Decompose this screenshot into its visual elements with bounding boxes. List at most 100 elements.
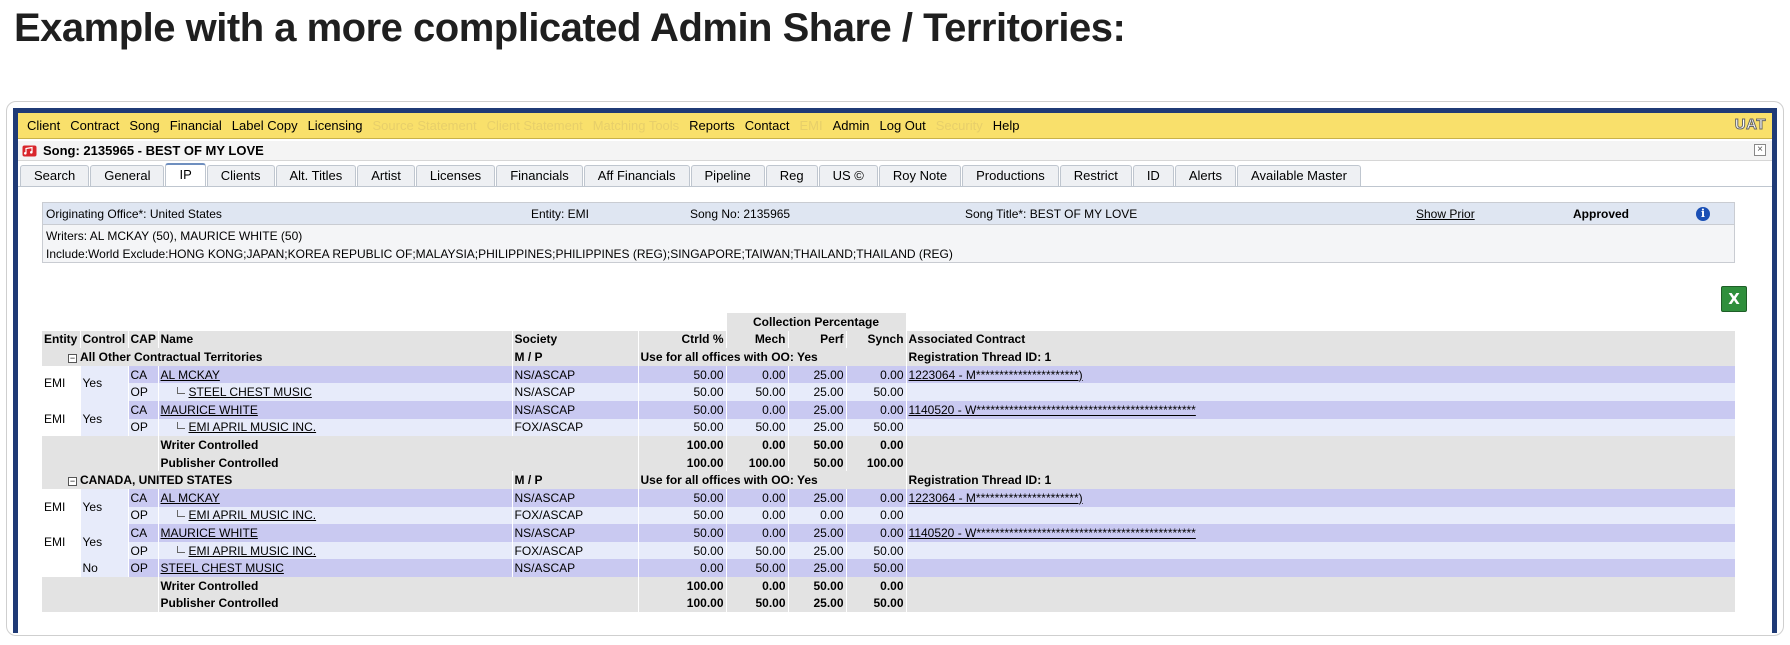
tab-alerts[interactable]: Alerts [1174, 165, 1237, 186]
ip-name-link[interactable]: MAURICE WHITE [161, 526, 258, 540]
tab-general[interactable]: General [90, 165, 165, 186]
col-header-ctrld: Ctrld % [638, 330, 727, 349]
ip-name-link[interactable]: EMI APRIL MUSIC INC. [189, 508, 317, 522]
associated-contract-link[interactable]: 1140520 - W*****************************… [909, 526, 1196, 540]
collapse-toggle-icon[interactable]: − [68, 477, 77, 487]
window-title: Song: 2135965 - BEST OF MY LOVE [43, 143, 264, 158]
total-perf-cell: 50.00 [788, 576, 847, 595]
entity-label: Entity: EMI [531, 207, 590, 221]
menu-item-matching-tools: Matching Tools [592, 118, 680, 133]
total-synch-cell: 0.00 [846, 576, 907, 595]
total-ctrld-cell: 100.00 [638, 594, 727, 613]
contract-cell [906, 418, 1736, 437]
ip-name-link[interactable]: EMI APRIL MUSIC INC. [189, 544, 317, 558]
tab-ip[interactable]: IP [165, 163, 206, 186]
mech-cell: 50.00 [726, 383, 789, 401]
tab-us[interactable]: US © [818, 165, 878, 186]
synch-cell: 50.00 [846, 541, 907, 560]
show-prior-link[interactable]: Show Prior [1416, 207, 1475, 221]
tab-licenses[interactable]: Licenses [415, 165, 496, 186]
table-row: No OP STEEL CHEST MUSIC NS/ASCAP 0.00 50.00 25… [42, 559, 1736, 577]
ip-name-link[interactable]: STEEL CHEST MUSIC [189, 385, 312, 399]
song-icon [22, 145, 37, 156]
menu-item-admin[interactable]: Admin [828, 118, 875, 133]
tab-aff-financials[interactable]: Aff Financials [583, 165, 690, 186]
table-row: OP EMI APRIL MUSIC INC. FOX/ASCAP 50.00 0.00… [42, 506, 1736, 525]
mech-cell: 50.00 [726, 541, 789, 560]
contract-cell: 1140520 - W*****************************… [906, 400, 1736, 419]
close-window-button[interactable]: × [1754, 144, 1766, 156]
mp-label: M / P [512, 471, 639, 489]
environment-badge: UAT [1734, 116, 1766, 134]
offices-label: Use for all offices with OO: Yes [638, 348, 907, 366]
associated-contract-link[interactable]: 1140520 - W*****************************… [909, 403, 1196, 417]
table-cell-empty [42, 313, 727, 331]
society-cell: NS/ASCAP [512, 524, 639, 542]
ctrld-cell: 50.00 [638, 418, 727, 437]
tab-reg[interactable]: Reg [765, 165, 818, 186]
associated-contract-link[interactable]: 1223064 - M**********************) [909, 368, 1083, 382]
mech-cell: 50.00 [726, 418, 789, 437]
society-cell: NS/ASCAP [512, 383, 639, 401]
contract-cell [906, 383, 1736, 401]
menu-item-help[interactable]: Help [988, 118, 1025, 133]
tab-pipeline[interactable]: Pipeline [690, 165, 765, 186]
territories-line: Include:World Exclude:HONG KONG;JAPAN;KO… [46, 247, 953, 261]
tab-search[interactable]: Search [20, 165, 90, 186]
entity-cell: EMI [42, 524, 81, 560]
name-cell: EMI APRIL MUSIC INC. [158, 418, 513, 437]
tab-roy-note[interactable]: Roy Note [878, 165, 962, 186]
mech-cell: 0.00 [726, 524, 789, 542]
song-info-header: Originating Office*: United States Entit… [43, 203, 1734, 225]
menu-item-reports[interactable]: Reports [684, 118, 740, 133]
menu-item-financial[interactable]: Financial [165, 118, 227, 133]
menu-item-licensing[interactable]: Licensing [303, 118, 368, 133]
name-cell: EMI APRIL MUSIC INC. [158, 541, 513, 560]
export-excel-button[interactable]: X [1721, 286, 1747, 312]
tab-restrict[interactable]: Restrict [1059, 165, 1132, 186]
ip-name-link[interactable]: EMI APRIL MUSIC INC. [189, 420, 317, 434]
menu-item-client[interactable]: Client [22, 118, 65, 133]
ip-name-link[interactable]: MAURICE WHITE [161, 403, 258, 417]
cap-cell: CA [128, 400, 159, 419]
ip-name-link[interactable]: AL MCKAY [161, 491, 220, 505]
tab-id[interactable]: ID [1132, 165, 1174, 186]
tab-available-master[interactable]: Available Master [1237, 165, 1361, 186]
ip-share-table: Collection Percentage Entity Control CAP Nam… [42, 313, 1736, 613]
menu-item-label-copy[interactable]: Label Copy [227, 118, 303, 133]
screenshot-frame: Client Contract Song Financial Label Copy Lic… [6, 101, 1784, 636]
ip-name-link[interactable]: STEEL CHEST MUSIC [161, 561, 284, 575]
total-ctrld-cell: 100.00 [638, 436, 727, 454]
app-window: Client Contract Song Financial Label Copy Lic… [13, 108, 1777, 633]
ctrld-cell: 50.00 [638, 506, 727, 525]
cap-cell: OP [128, 506, 159, 525]
cap-cell: OP [128, 383, 159, 401]
col-header-society: Society [512, 330, 639, 349]
mech-cell: 50.00 [726, 559, 789, 577]
collapse-toggle-icon[interactable]: − [68, 353, 77, 363]
info-icon[interactable]: i [1696, 207, 1710, 221]
society-cell: FOX/ASCAP [512, 541, 639, 560]
tab-clients[interactable]: Clients [206, 165, 275, 186]
writers-line: Writers: AL MCKAY (50), MAURICE WHITE (5… [46, 229, 303, 243]
tab-artist[interactable]: Artist [357, 165, 415, 186]
totals-row: Writer Controlled 100.00 0.00 50.00 0.00 [42, 576, 1736, 595]
menu-item-contact[interactable]: Contact [740, 118, 795, 133]
menu-item-client-statement: Client Statement [486, 118, 583, 133]
total-mech-cell: 0.00 [726, 576, 789, 595]
perf-cell: 25.00 [788, 541, 847, 560]
menu-item-contract[interactable]: Contract [65, 118, 124, 133]
tab-alt-titles[interactable]: Alt. Titles [275, 165, 357, 186]
table-row: OP EMI APRIL MUSIC INC. FOX/ASCAP 50.00 50.0… [42, 541, 1736, 560]
menu-item-log-out[interactable]: Log Out [875, 118, 931, 133]
associated-contract-link[interactable]: 1223064 - M**********************) [909, 491, 1083, 505]
tab-divider [18, 186, 1772, 187]
mech-cell: 0.00 [726, 506, 789, 525]
menu-item-song[interactable]: Song [124, 118, 164, 133]
col-header-contract: Associated Contract [906, 330, 1736, 349]
tab-financials[interactable]: Financials [496, 165, 583, 186]
ip-name-link[interactable]: AL MCKAY [161, 368, 220, 382]
tree-branch-icon [176, 422, 185, 430]
tab-productions[interactable]: Productions [962, 165, 1059, 186]
table-cell-empty [906, 313, 1736, 331]
